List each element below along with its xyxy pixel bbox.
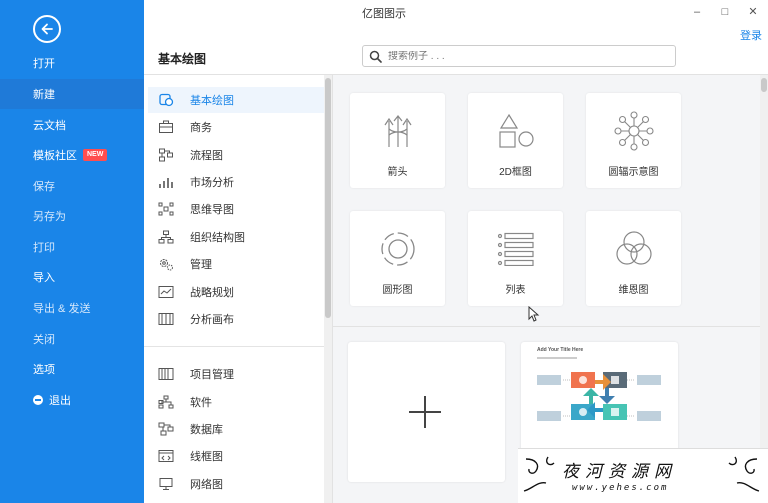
category-item-network[interactable]: 网络图 [148,471,324,497]
sidebar: 打开 新建 云文档 模板社区 NEW 保存 另存为 打印 导入 导出 & 发送 关… [0,0,144,503]
type-card-circular[interactable]: 圆形图 [350,211,445,306]
category-header: 基本绘图 [158,52,207,66]
database-icon [158,422,174,436]
category-item-wireframe[interactable]: 线框图 [148,443,324,469]
category-separator [144,346,324,347]
strategy-icon [158,285,174,299]
category-item-software[interactable]: 软件 [148,389,324,415]
mindmap-icon [158,202,174,216]
back-button[interactable] [33,15,61,43]
category-item-basic[interactable]: 基本绘图 [148,87,324,113]
venn-icon [614,229,654,269]
category-item-strategy[interactable]: 战略规划 [148,279,324,305]
wireframe-icon [158,449,174,463]
sidebar-item-import[interactable]: 导入 [0,262,144,292]
app-title: 亿图图示 [362,8,406,20]
maximize-button[interactable]: □ [716,4,734,20]
search-icon [369,50,382,63]
title-bar: 亿图图示 – □ ✕ [144,0,768,26]
category-item-canvas[interactable]: 分析画布 [148,306,324,332]
sidebar-item-print[interactable]: 打印 [0,232,144,262]
list-icon [496,229,536,269]
category-item-project[interactable]: 项目管理 [148,361,324,387]
category-item-mindmap[interactable]: 思维导图 [148,196,324,222]
type-card-arrows[interactable]: 箭头 [350,93,445,188]
minimize-button[interactable]: – [688,4,706,20]
arrow-left-icon [41,23,53,35]
sidebar-item-save-as[interactable]: 另存为 [0,201,144,231]
org-chart-icon [158,230,174,244]
new-badge: NEW [83,149,108,161]
category-item-org[interactable]: 组织结构图 [148,224,324,250]
radial-icon [613,111,654,151]
canvas-icon [158,312,174,326]
type-card-2d-block[interactable]: 2D框图 [468,93,563,188]
exit-icon [33,395,43,405]
bar-chart-icon [158,175,174,189]
software-icon [158,395,174,409]
sidebar-item-new[interactable]: 新建 [0,79,144,109]
gears-icon [158,257,174,271]
shapes-2d-icon [496,111,536,151]
project-icon [158,367,174,381]
main-scrollbar[interactable] [760,75,768,503]
watermark-title: 夜河资源网 [562,462,677,482]
type-card-venn[interactable]: 维恩图 [586,211,681,306]
sidebar-item-exit[interactable]: 退出 [0,385,144,415]
watermark-url: www.yehes.com [572,483,669,493]
sidebar-item-cloud[interactable]: 云文档 [0,110,144,140]
basic-drawing-icon [158,93,174,107]
briefcase-icon [158,120,174,134]
sidebar-item-options[interactable]: 选项 [0,354,144,384]
close-button[interactable]: ✕ [744,4,762,20]
main-scrollbar-thumb[interactable] [761,78,767,92]
type-card-list[interactable]: 列表 [468,211,563,306]
category-item-business[interactable]: 商务 [148,114,324,140]
category-item-manage[interactable]: 管理 [148,251,324,277]
type-card-radial[interactable]: 圆辐示意图 [586,93,681,188]
mouse-cursor-icon [528,306,540,322]
template-separator [333,326,760,327]
sidebar-item-template-community[interactable]: 模板社区 NEW [0,140,144,170]
sidebar-item-save[interactable]: 保存 [0,171,144,201]
circular-icon [378,229,418,269]
flowchart-icon [158,148,174,162]
search-box[interactable] [362,45,676,67]
ornament-left-icon [523,456,555,492]
category-item-flowchart[interactable]: 流程图 [148,142,324,168]
sidebar-item-export-send[interactable]: 导出 & 发送 [0,293,144,323]
sidebar-item-open[interactable]: 打开 [0,48,144,78]
category-scrollbar-thumb[interactable] [325,78,331,318]
category-item-market[interactable]: 市场分析 [148,169,324,195]
login-link[interactable]: 登录 [740,27,762,43]
network-icon [158,477,174,491]
new-blank-button[interactable] [348,342,505,482]
category-item-database[interactable]: 数据库 [148,416,324,442]
arrows-icon [383,111,413,151]
search-input[interactable] [388,50,648,62]
ornament-right-icon [728,456,760,492]
sidebar-item-close[interactable]: 关闭 [0,324,144,354]
watermark: 夜河资源网 www.yehes.com [518,448,768,503]
